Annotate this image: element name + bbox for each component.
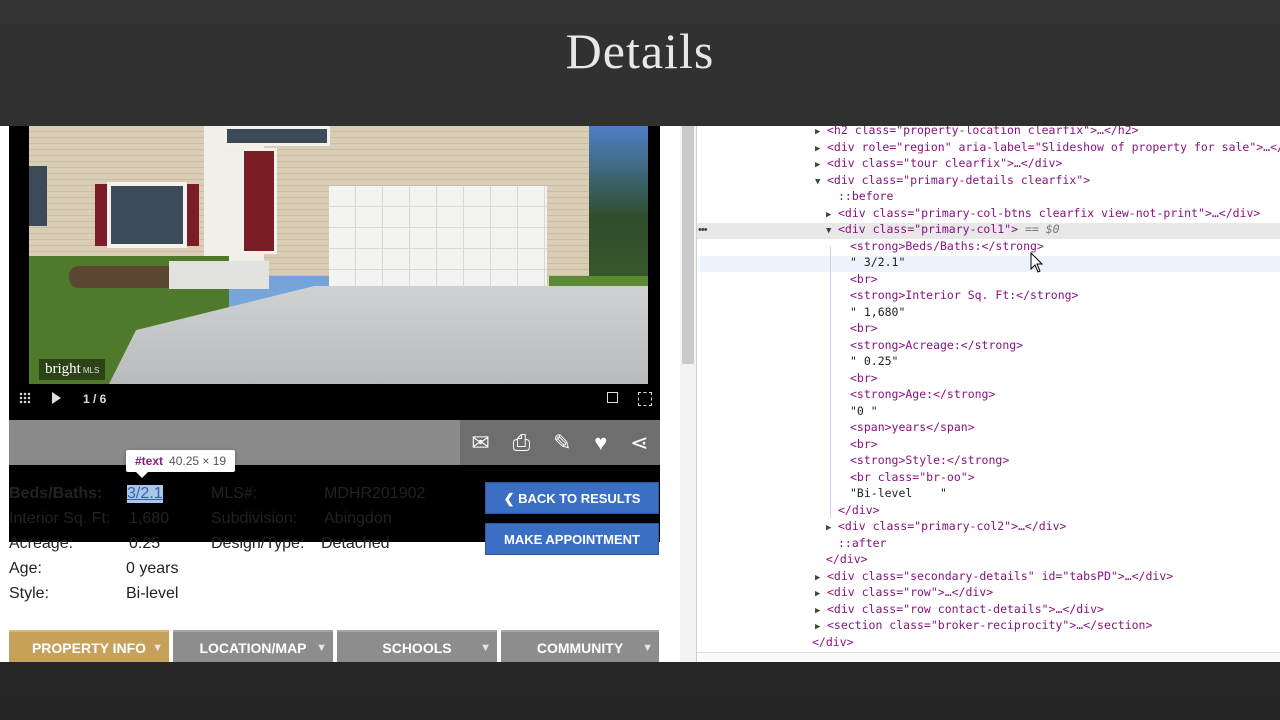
devtools-breadcrumb-bar	[697, 652, 1280, 662]
dom-line[interactable]: <br class="br-oo">	[850, 469, 975, 486]
detail-label-sqft: Interior Sq. Ft:	[9, 510, 111, 527]
make-appointment-button[interactable]: MAKE APPOINTMENT	[485, 523, 659, 555]
tab-property-info[interactable]: PROPERTY INFO ▼	[9, 630, 169, 662]
detail-value-subdivision: Abingdon	[324, 510, 392, 527]
detail-tabs: PROPERTY INFO ▼ LOCATION/MAP ▼ SCHOOLS ▼ CO…	[0, 630, 680, 662]
dom-text-node[interactable]: " 1,680"	[850, 304, 905, 321]
dom-line[interactable]: <strong>Style:</strong>	[850, 452, 1009, 469]
dom-line[interactable]: ▶ <div class="secondary-details" id="tabs…	[815, 568, 1173, 585]
dom-line[interactable]: ▶ <div class="row">…</div>	[815, 584, 993, 601]
email-icon[interactable]: ✉	[471, 431, 489, 454]
print-icon[interactable]: ⎙	[513, 431, 531, 454]
detail-value-age: 0 years	[126, 560, 179, 577]
popout-icon[interactable]	[607, 392, 618, 403]
share-icon[interactable]: ⋖	[630, 431, 648, 454]
devtools-scrollbar[interactable]	[682, 126, 694, 364]
grid-icon[interactable]	[19, 392, 31, 404]
dom-line[interactable]: <br>	[850, 436, 878, 453]
heart-icon[interactable]: ♥	[594, 431, 607, 454]
dom-line-selected[interactable]: ▼ <div class="primary-col1"> == $0	[826, 221, 1060, 238]
play-icon[interactable]	[52, 392, 61, 404]
dom-line[interactable]: <strong>Age:</strong>	[850, 386, 995, 403]
detail-label-mls: MLS#:	[211, 485, 258, 502]
dom-line[interactable]: <strong>Interior Sq. Ft:</strong>	[850, 287, 1078, 304]
mls-logo: bright MLS	[39, 359, 106, 380]
slide-counter: 1 / 6	[83, 392, 107, 406]
slideshow-controls: 1 / 6	[9, 384, 660, 414]
tab-location-map[interactable]: LOCATION/MAP ▼	[173, 630, 333, 662]
collapse-triangle-icon: ▼	[826, 226, 832, 236]
dom-text-node[interactable]: "Bi-level "	[850, 485, 947, 502]
dom-line[interactable]: </div>	[838, 502, 880, 519]
dom-line[interactable]: ::before	[838, 188, 893, 205]
detail-value-design-type: Detached	[321, 535, 390, 552]
back-to-results-button[interactable]: ❮ BACK TO RESULTS	[485, 482, 659, 514]
dom-line[interactable]: <strong>Beds/Baths:</strong>	[850, 238, 1044, 255]
collapse-triangle-icon: ▼	[815, 176, 821, 187]
hovered-node-row	[700, 256, 1280, 272]
dom-line[interactable]: ▶ <section class="broker-reciprocity">…</…	[815, 617, 1152, 634]
detail-value-sqft: 1,680	[129, 510, 170, 527]
edit-icon[interactable]: ✎	[553, 431, 571, 454]
property-photo	[29, 126, 648, 384]
dom-line[interactable]: ▶ <div class="row contact-details">…</div…	[815, 601, 1104, 618]
dom-line[interactable]: ▶ <div role="region" aria-label="Slidesho…	[815, 139, 1280, 156]
dom-line[interactable]: </div>	[812, 634, 854, 651]
listing-page: bright MLS 1 / 6 ✉ ⎙ ✎ ♥ ⋖ #text 40.25 × 1…	[0, 126, 680, 662]
detail-value-mls: MDHR201902	[324, 485, 426, 502]
garage-door	[329, 186, 547, 296]
tab-community[interactable]: COMMUNITY ▼	[501, 630, 659, 662]
dom-line[interactable]: <span>years</span>	[850, 419, 975, 436]
dom-text-node[interactable]: " 3/2.1"	[850, 254, 905, 271]
dom-line[interactable]: <br>	[850, 271, 878, 288]
devtools-elements-panel: ••• ▶ <h2 class="property-location clearf…	[680, 126, 1280, 662]
detail-label-style: Style:	[9, 585, 50, 602]
tab-schools[interactable]: SCHOOLS ▼	[337, 630, 497, 662]
listing-toolbar: ✉ ⎙ ✎ ♥ ⋖	[9, 420, 660, 465]
dom-line[interactable]: ▶ <h2 class="property-location clearfix">…	[815, 126, 1139, 139]
detail-label-beds-baths: Beds/Baths:	[9, 485, 103, 502]
detail-value-beds-baths: 3/2.1	[127, 485, 163, 503]
chevron-down-icon: ▼	[316, 642, 327, 654]
more-icon[interactable]: •••	[698, 224, 708, 236]
detail-value-acreage: 0.25	[129, 535, 161, 552]
slide-title: Details	[565, 23, 715, 79]
dom-line[interactable]: ▼ <div class="primary-details clearfix">	[815, 172, 1090, 189]
mouse-cursor-icon	[1030, 251, 1044, 279]
inspect-tooltip: #text 40.25 × 19	[126, 450, 236, 478]
dom-line[interactable]: <br>	[850, 370, 878, 387]
detail-value-style: Bi-level	[126, 585, 179, 602]
photo-slideshow[interactable]: bright MLS 1 / 6	[9, 126, 660, 542]
dom-line[interactable]: <strong>Acreage:</strong>	[850, 337, 1023, 354]
dom-line[interactable]: ▶ <div class="tour clearfix">…</div>	[815, 155, 1062, 172]
fullscreen-icon[interactable]	[638, 392, 652, 406]
chevron-down-icon: ▼	[642, 642, 653, 654]
dom-line[interactable]: ::after	[838, 535, 886, 552]
expand-triangle-icon: ▶	[826, 523, 832, 533]
detail-label-age: Age:	[9, 560, 42, 577]
dom-text-node[interactable]: " 0.25"	[850, 353, 898, 370]
detail-label-acreage: Acreage:	[9, 535, 74, 552]
dom-line[interactable]: </div>	[826, 551, 868, 568]
detail-label-design-type: Design/Type:	[211, 535, 305, 552]
dom-line[interactable]: ▶ <div class="primary-col-btns clearfix v…	[826, 205, 1260, 222]
detail-label-subdivision: Subdivision:	[211, 510, 298, 527]
dom-line[interactable]: <br>	[850, 320, 878, 337]
chevron-down-icon: ▼	[152, 642, 163, 654]
chevron-down-icon: ▼	[480, 642, 491, 654]
dom-line[interactable]: ▶ <div class="primary-col2">…</div>	[826, 518, 1066, 535]
dom-text-node[interactable]: "0 "	[850, 403, 878, 420]
